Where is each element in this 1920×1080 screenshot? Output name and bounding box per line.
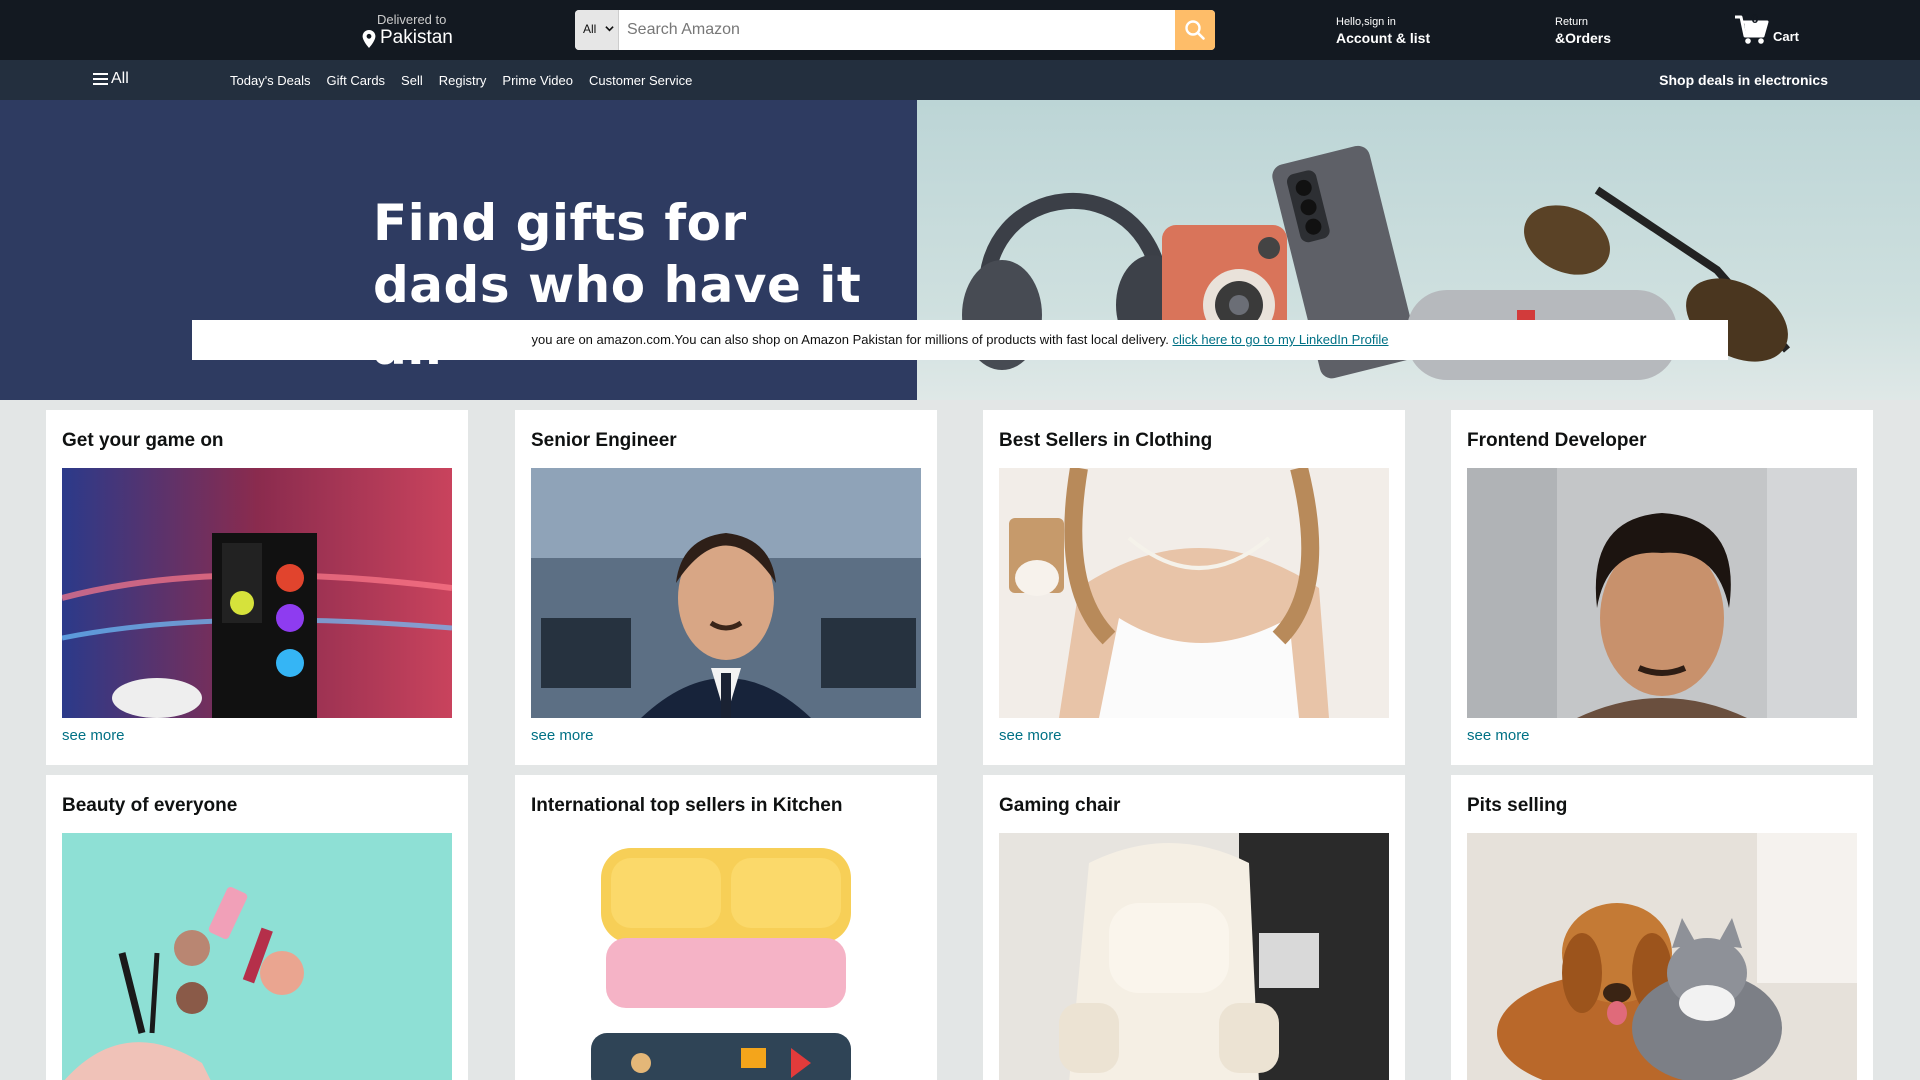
all-menu-button[interactable]: All: [93, 70, 129, 88]
clothing-image[interactable]: [999, 468, 1389, 718]
returns-label: Return: [1555, 16, 1589, 28]
subnav-link-sell[interactable]: Sell: [401, 73, 423, 88]
card-clothing: Best Sellers in Clothing see more: [983, 410, 1405, 765]
hero-title-line1: Find gifts for: [373, 194, 747, 252]
subnav-link-gift-cards[interactable]: Gift Cards: [327, 73, 386, 88]
see-more-link[interactable]: see more: [999, 727, 1062, 744]
search-bar: All: [575, 10, 1215, 50]
hamburger-icon: [93, 73, 108, 85]
subnav-link-todays-deals[interactable]: Today's Deals: [230, 73, 311, 88]
chevron-down-icon: [605, 26, 614, 32]
subnav-promo-link[interactable]: Shop deals in electronics: [1659, 72, 1828, 88]
account-label: Account & list: [1336, 30, 1431, 46]
all-menu-label: All: [111, 70, 129, 87]
card-game: Get your game on see more: [46, 410, 468, 765]
gaming-chair-image[interactable]: [999, 833, 1389, 1080]
orders-label: &Orders: [1555, 30, 1612, 46]
card-pets: Pits selling: [1451, 775, 1873, 1080]
beauty-products-image[interactable]: [62, 833, 452, 1080]
card-beauty: Beauty of everyone: [46, 775, 468, 1080]
returns-orders[interactable]: Return &Orders: [1555, 16, 1611, 46]
search-button[interactable]: [1175, 10, 1215, 50]
card-kitchen: International top sellers in Kitchen: [515, 775, 937, 1080]
see-more-link[interactable]: see more: [62, 727, 125, 744]
subnav-link-prime-video[interactable]: Prime Video: [502, 73, 573, 88]
card-title: Senior Engineer: [531, 430, 677, 451]
card-frontend-developer: Frontend Developer see more: [1451, 410, 1873, 765]
cart-count: 0: [1751, 11, 1759, 26]
card-title: Best Sellers in Clothing: [999, 430, 1213, 451]
location-pin-icon: [362, 30, 376, 48]
see-more-link[interactable]: see more: [1467, 727, 1530, 744]
developer-portrait-image[interactable]: [1467, 468, 1857, 718]
subnav-links: Today's Deals Gift Cards Sell Registry P…: [230, 73, 708, 88]
sub-nav: All Today's Deals Gift Cards Sell Regist…: [0, 60, 1920, 100]
card-title: Gaming chair: [999, 795, 1121, 816]
deliver-to-label: Delivered to: [377, 12, 447, 27]
search-category-select[interactable]: All: [575, 10, 619, 50]
card-title: International top sellers in Kitchen: [531, 795, 843, 816]
engineer-portrait-image[interactable]: [531, 468, 921, 718]
see-more-link[interactable]: see more: [531, 727, 594, 744]
card-title: Pits selling: [1467, 795, 1568, 816]
search-input[interactable]: [621, 10, 1151, 50]
location-notice: you are on amazon.com.You can also shop …: [192, 320, 1728, 360]
top-nav: Delivered to Pakistan All Hello,sign in …: [0, 0, 1920, 60]
cart-label: Cart: [1773, 29, 1800, 44]
search-category-label: All: [583, 22, 597, 36]
card-gaming-chair: Gaming chair: [983, 775, 1405, 1080]
account-greeting: Hello,sign in: [1336, 16, 1396, 28]
pets-image[interactable]: [1467, 833, 1857, 1080]
subnav-link-registry[interactable]: Registry: [439, 73, 487, 88]
card-title: Get your game on: [62, 430, 224, 451]
lunchbox-image[interactable]: [531, 833, 921, 1080]
gaming-pc-image[interactable]: [62, 468, 452, 718]
card-title: Frontend Developer: [1467, 430, 1647, 451]
account-menu[interactable]: Hello,sign in Account & list: [1336, 16, 1430, 46]
search-icon: [1185, 20, 1205, 40]
card-senior-engineer: Senior Engineer see more: [515, 410, 937, 765]
subnav-link-customer-service[interactable]: Customer Service: [589, 73, 692, 88]
notice-text: you are on amazon.com.You can also shop …: [531, 332, 1169, 347]
card-title: Beauty of everyone: [62, 795, 238, 816]
cart-button[interactable]: 0 Cart: [1734, 11, 1804, 48]
deliver-to-country: Pakistan: [380, 27, 453, 48]
linkedin-profile-link[interactable]: click here to go to my LinkedIn Profile: [1172, 332, 1388, 347]
